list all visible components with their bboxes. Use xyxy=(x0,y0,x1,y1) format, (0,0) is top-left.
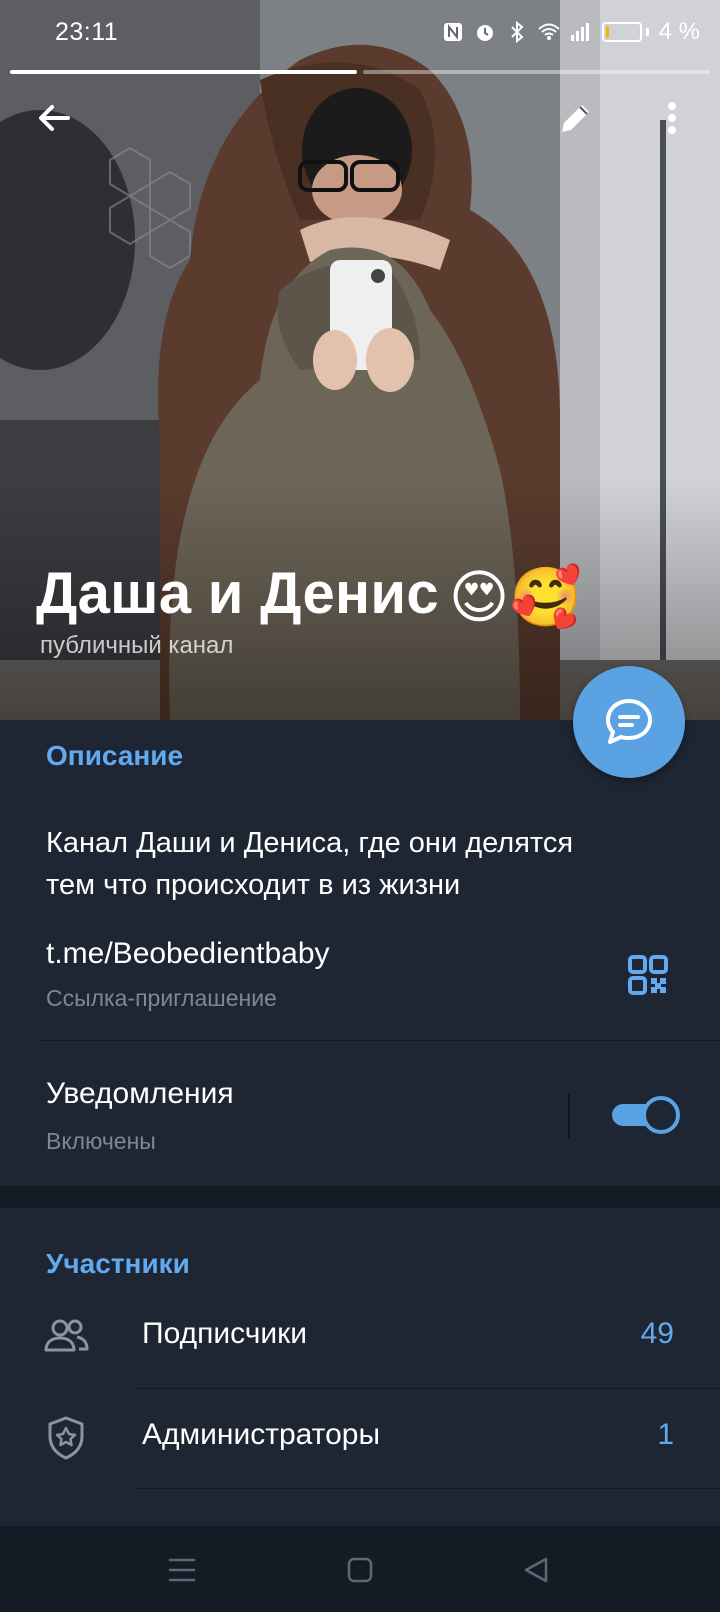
progress-segment xyxy=(363,70,710,74)
description-line-2: тем что происходит в из жизни xyxy=(46,869,461,901)
channel-cover-photo[interactable]: 23:11 4 % Даша и Денис 😍🥰 публичный кана… xyxy=(0,0,720,720)
section-gap xyxy=(0,1186,720,1208)
wifi-icon xyxy=(537,23,560,40)
notifications-toggle[interactable] xyxy=(610,1096,680,1134)
discuss-button[interactable] xyxy=(573,666,685,778)
nav-back-icon xyxy=(524,1557,548,1583)
people-icon xyxy=(44,1319,89,1352)
progress-segment-active xyxy=(10,70,357,74)
invite-link[interactable]: t.me/Beobedientbaby xyxy=(46,937,330,971)
qr-code-icon[interactable] xyxy=(628,955,668,995)
channel-description: Канал Даши и Дениса, где они делятся тем… xyxy=(46,822,676,906)
system-nav-bar xyxy=(0,1526,720,1612)
description-header: Описание xyxy=(46,740,184,771)
notifications-label[interactable]: Уведомления xyxy=(46,1077,234,1111)
subscribers-label: Подписчики xyxy=(142,1317,308,1350)
subscribers-count: 49 xyxy=(640,1317,674,1350)
vertical-separator xyxy=(568,1094,570,1138)
administrators-count: 1 xyxy=(657,1418,674,1451)
chat-bubble-icon xyxy=(606,699,652,744)
toggle-knob xyxy=(642,1096,680,1134)
nav-menu-button[interactable] xyxy=(160,1548,204,1592)
description-line-1: Канал Даши и Дениса, где они делятся xyxy=(46,827,574,859)
members-header: Участники xyxy=(46,1248,190,1279)
photo-progress xyxy=(10,70,710,74)
channel-title: Даша и Денис 😍🥰 xyxy=(36,560,582,632)
nav-menu-icon xyxy=(168,1558,196,1582)
signal-icon xyxy=(570,23,589,41)
nav-back-button[interactable] xyxy=(514,1548,558,1592)
nfc-icon xyxy=(443,23,462,41)
divider xyxy=(136,1388,720,1389)
divider xyxy=(40,1040,720,1041)
nav-home-button[interactable] xyxy=(338,1548,382,1592)
edit-button[interactable] xyxy=(548,90,604,146)
battery-icon xyxy=(601,22,642,42)
battery-indicator: 4 % xyxy=(601,18,700,46)
back-button[interactable] xyxy=(26,90,82,146)
nav-home-icon xyxy=(347,1557,373,1583)
channel-type: публичный канал xyxy=(40,632,234,659)
arrow-left-icon xyxy=(39,105,70,131)
shield-star-icon xyxy=(48,1416,84,1460)
battery-fill xyxy=(605,26,609,38)
title-emoji: 😍🥰 xyxy=(448,565,583,631)
status-bar: 23:11 4 % xyxy=(0,0,720,66)
channel-title-text: Даша и Денис xyxy=(36,561,439,626)
divider xyxy=(136,1488,720,1489)
pencil-icon xyxy=(562,105,589,132)
bluetooth-icon xyxy=(510,21,524,43)
alarm-icon xyxy=(476,25,493,41)
administrators-label: Администраторы xyxy=(142,1418,381,1451)
status-icons: 4 % xyxy=(442,18,700,46)
invite-link-caption: Ссылка-приглашение xyxy=(46,985,277,1011)
notifications-state: Включены xyxy=(46,1128,156,1154)
more-menu-button[interactable] xyxy=(644,90,700,146)
channel-profile-screen: 23:11 4 % Даша и Денис 😍🥰 публичный кана… xyxy=(0,0,720,1612)
more-vertical-icon xyxy=(668,102,676,134)
battery-percentage: 4 % xyxy=(658,18,700,45)
status-time: 23:11 xyxy=(55,18,119,46)
